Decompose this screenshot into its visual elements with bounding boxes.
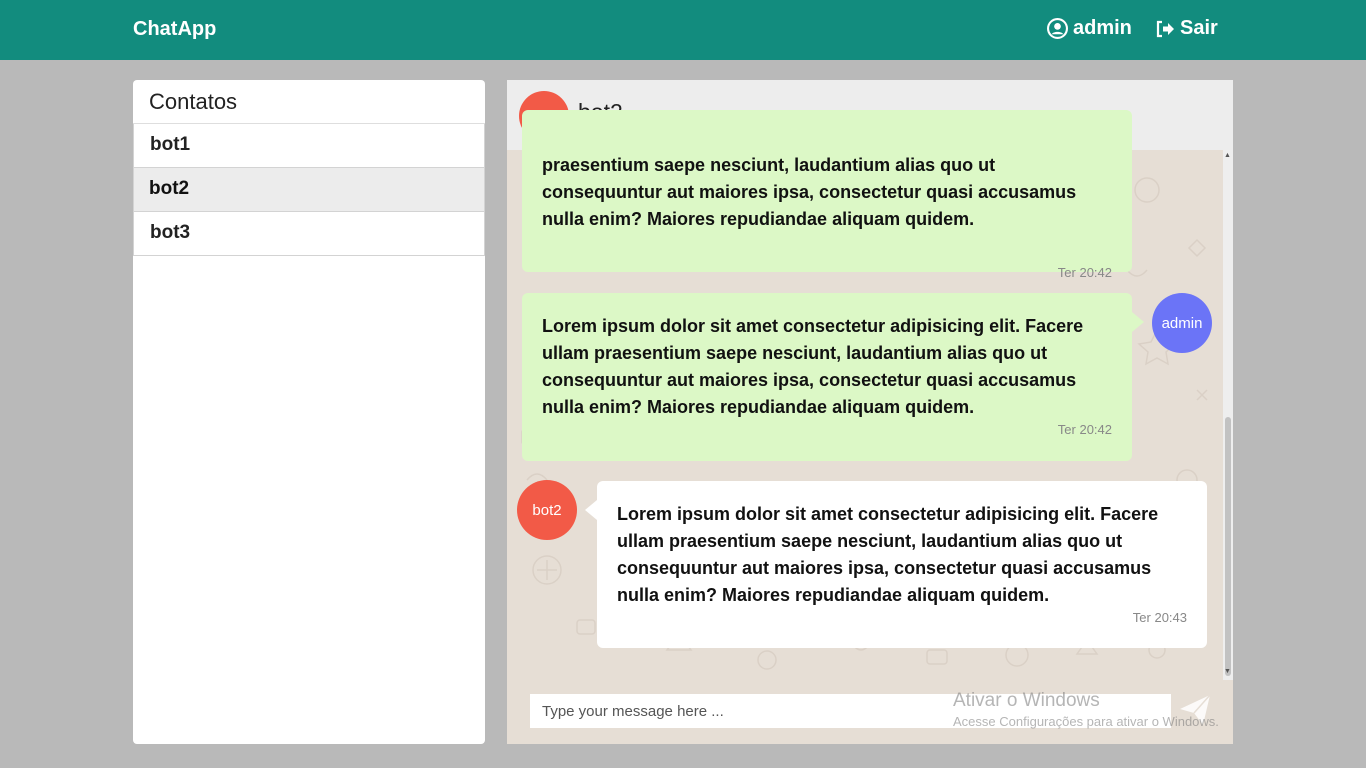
navbar: ChatApp admin Sair	[0, 0, 1366, 60]
message-text: Lorem ipsum dolor sit amet consectetur a…	[617, 504, 1159, 605]
brand-logo[interactable]: ChatApp	[133, 18, 216, 41]
message-time: Ter 20:43	[1132, 610, 1187, 625]
user-name: admin	[1073, 17, 1132, 39]
message-time: Ter 20:42	[1057, 265, 1112, 280]
message-text: praesentium saepe nesciunt, laudantium a…	[542, 155, 1077, 229]
admin-avatar[interactable]: admin	[1152, 293, 1212, 353]
bot2-avatar[interactable]: bot2	[517, 480, 577, 540]
logout-button[interactable]: Sair	[1155, 17, 1218, 40]
message-bubble-received: Lorem ipsum dolor sit amet consectetur a…	[597, 481, 1207, 648]
message-text: Lorem ipsum dolor sit amet consectetur a…	[542, 316, 1084, 417]
contact-item-bot1[interactable]: bot1	[133, 124, 485, 168]
message-bubble-sent: praesentium saepe nesciunt, laudantium a…	[522, 110, 1132, 280]
chat-scrollbar-thumb[interactable]	[1225, 417, 1231, 676]
message-time: Ter 20:42	[1057, 422, 1112, 437]
contact-item-bot3[interactable]: bot3	[133, 212, 485, 256]
contact-item-bot2[interactable]: bot2	[133, 168, 485, 212]
chat-panel: bot2 bot2 praesentium saepe nesciunt, la…	[507, 80, 1233, 744]
scroll-up-arrow-icon[interactable]: ▲	[1224, 152, 1231, 159]
user-circle-icon	[1047, 18, 1068, 39]
send-button[interactable]	[1175, 690, 1215, 730]
bubble-tail	[1132, 312, 1144, 332]
scroll-down-arrow-icon[interactable]: ▼	[1224, 668, 1231, 675]
contacts-title: Contatos	[133, 80, 485, 124]
paper-plane-icon	[1180, 694, 1211, 725]
bubble-tail	[585, 500, 597, 520]
contacts-panel: Contatos bot1 bot2 bot3	[133, 80, 485, 744]
sign-out-icon	[1156, 20, 1174, 37]
user-profile-link[interactable]: admin	[1047, 17, 1132, 40]
logout-label: Sair	[1180, 17, 1218, 39]
message-bubble-sent: Lorem ipsum dolor sit amet consectetur a…	[522, 293, 1132, 461]
message-input[interactable]	[530, 694, 1171, 728]
